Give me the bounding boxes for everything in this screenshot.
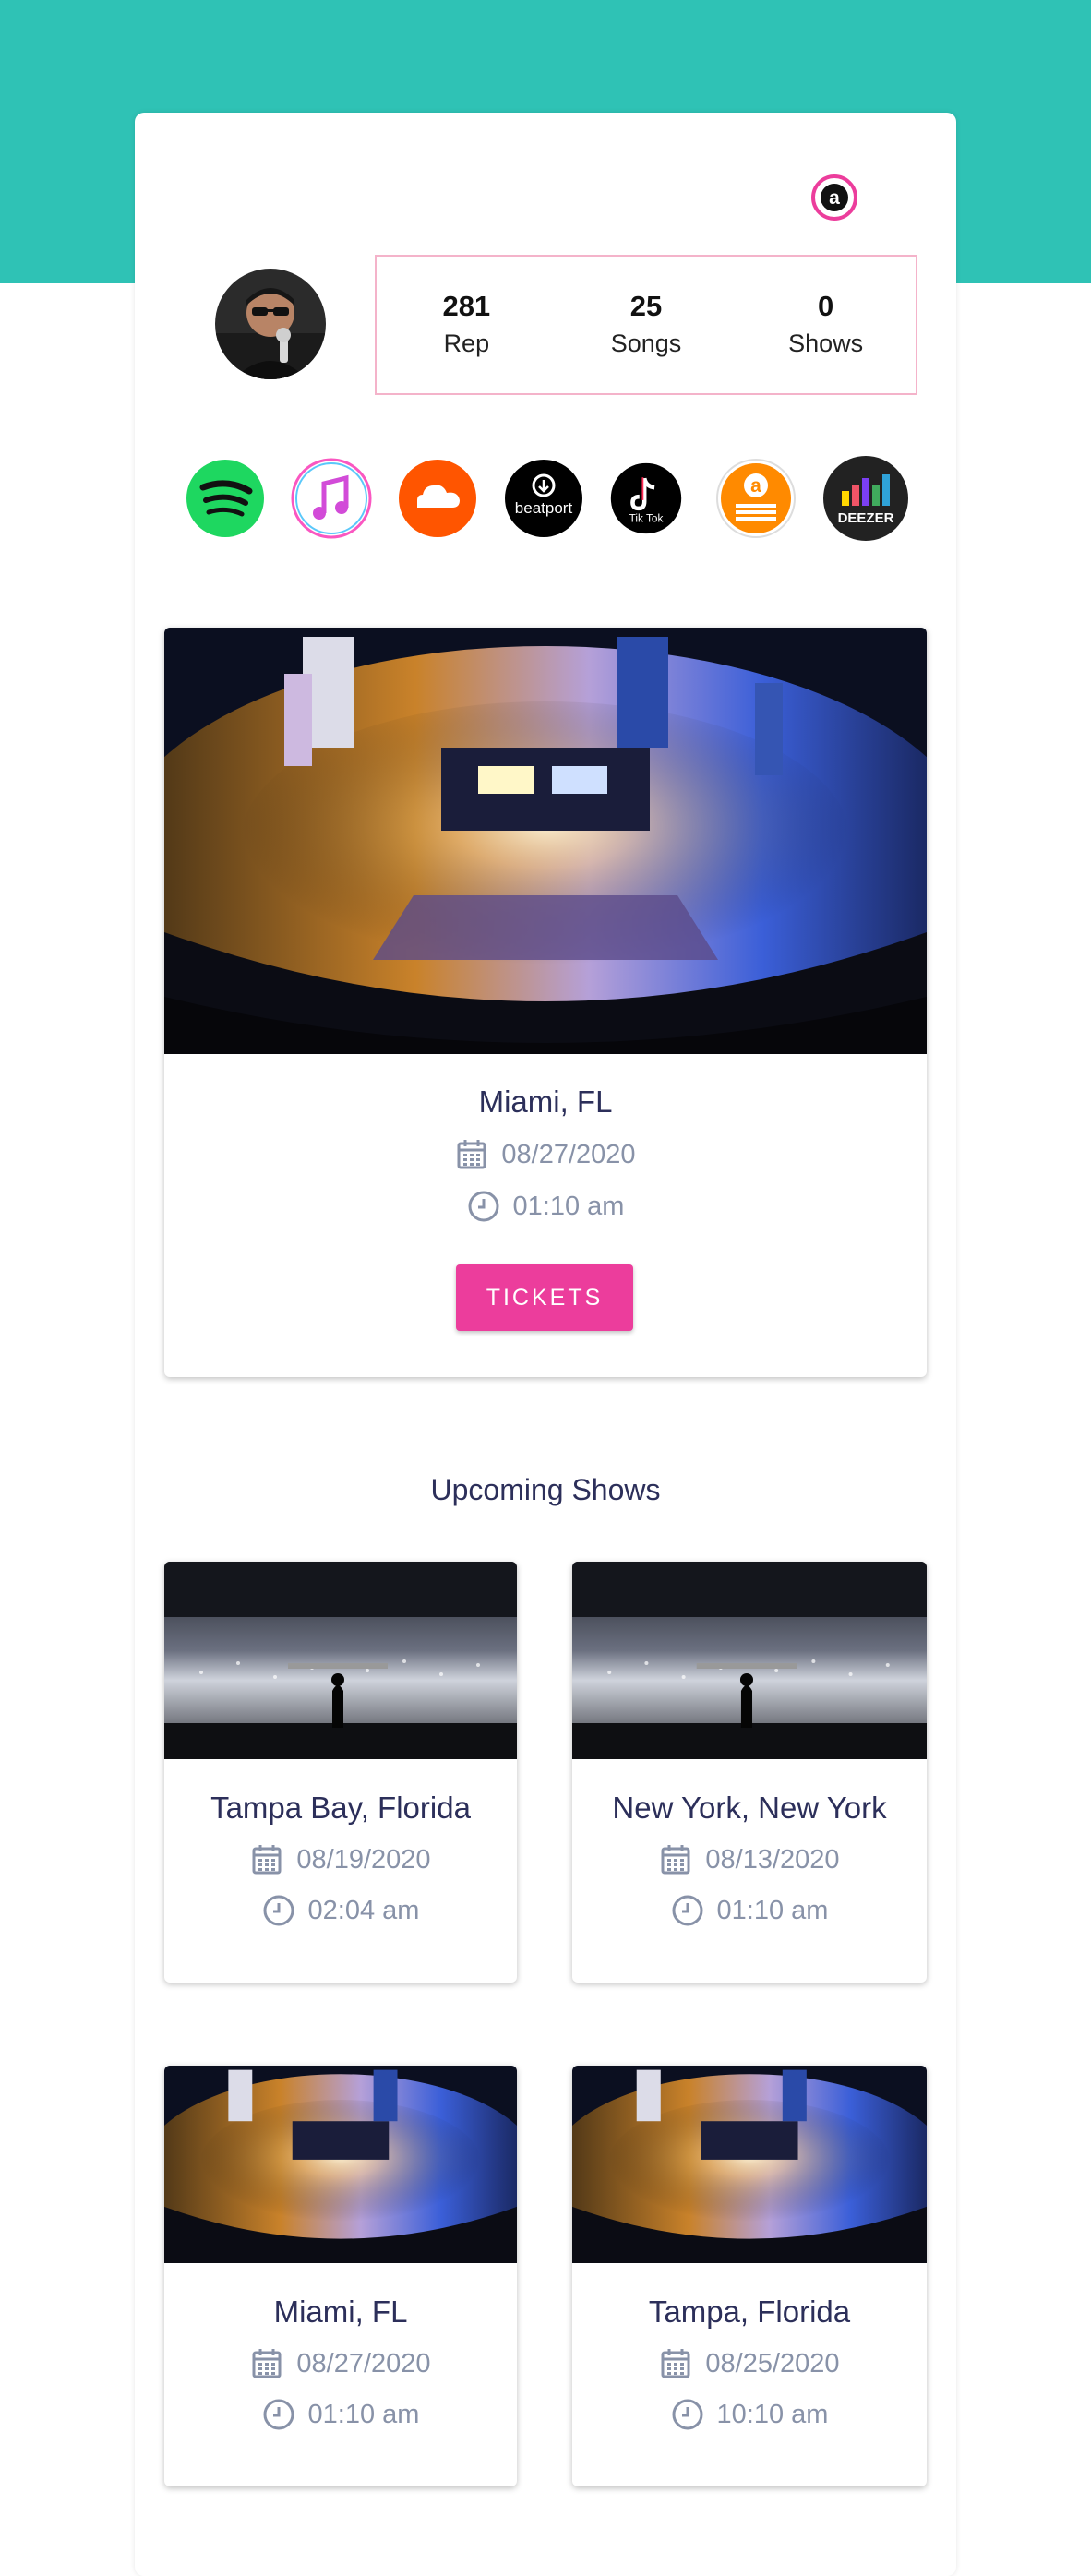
show-date-text: 08/27/2020 (296, 2348, 431, 2378)
clock-icon (671, 2398, 704, 2431)
calendar-icon (659, 1843, 692, 1876)
show-date: 08/19/2020 (164, 1843, 517, 1876)
svg-text:a: a (829, 187, 840, 209)
show-date: 08/25/2020 (572, 2347, 927, 2380)
clock-icon (262, 1894, 295, 1927)
calendar-icon (455, 1138, 488, 1171)
show-date-text: 08/25/2020 (705, 2348, 840, 2378)
artist-stats: 281 Rep 25 Songs 0 Shows (375, 255, 917, 395)
stat-label: Rep (443, 329, 490, 357)
show-date: 08/27/2020 (164, 1138, 927, 1171)
stat-label: Songs (610, 329, 682, 357)
upcoming-show-card[interactable]: Tampa Bay, Florida 08/19/2020 02:04 am (164, 1562, 517, 1983)
show-time-text: 10:10 am (716, 2399, 829, 2429)
upcoming-show-card[interactable]: Tampa, Florida 08/25/2020 10:10 am (572, 2066, 927, 2486)
arena-concert-image (164, 2066, 517, 2263)
stat-value: 0 (818, 290, 834, 322)
show-date-text: 08/27/2020 (501, 1139, 636, 1169)
spotify-icon[interactable] (185, 458, 266, 539)
amazon-music-icon[interactable]: a (715, 458, 797, 539)
stage-crowd-image (164, 1562, 517, 1759)
tiktok-icon[interactable]: Tik Tok (609, 461, 683, 535)
artist-profile-card: a 281 Rep 25 Songs 0 Shows beatport Tik … (135, 113, 956, 2576)
streaming-platform-links: beatport Tik Tok a DEEZER (185, 456, 914, 546)
featured-show-card[interactable]: Miami, FL 08/27/2020 01:10 am TICKETS (164, 628, 927, 1377)
show-time-text: 02:04 am (307, 1895, 420, 1925)
show-time-text: 01:10 am (307, 2399, 420, 2429)
deezer-icon[interactable]: DEEZER (821, 454, 910, 543)
calendar-icon (250, 2347, 283, 2380)
show-time: 01:10 am (164, 2398, 517, 2431)
stat-value: 25 (629, 290, 663, 322)
arena-concert-image (164, 628, 927, 1054)
show-time: 10:10 am (572, 2398, 927, 2431)
beatport-icon[interactable]: beatport (503, 458, 584, 539)
svg-text:a: a (750, 475, 761, 497)
tickets-button[interactable]: TICKETS (456, 1264, 633, 1331)
show-date-text: 08/13/2020 (705, 1844, 840, 1875)
show-date: 08/27/2020 (164, 2347, 517, 2380)
show-date: 08/13/2020 (572, 1843, 927, 1876)
stat-shows[interactable]: 0 Shows (757, 288, 895, 362)
arena-concert-image (572, 2066, 927, 2263)
clock-icon (467, 1190, 500, 1223)
upcoming-show-card[interactable]: Miami, FL 08/27/2020 01:10 am (164, 2066, 517, 2486)
stat-rep[interactable]: 281 Rep (397, 288, 535, 362)
show-time-text: 01:10 am (716, 1895, 829, 1925)
stat-label: Shows (788, 329, 864, 357)
amuse-logo-icon[interactable]: a (810, 174, 858, 222)
upcoming-shows-title: Upcoming Shows (430, 1473, 661, 1506)
calendar-icon (659, 2347, 692, 2380)
show-city: Tampa, Florida (648, 2294, 851, 2329)
show-time-text: 01:10 am (512, 1191, 625, 1221)
calendar-icon (250, 1843, 283, 1876)
upcoming-show-card[interactable]: New York, New York 08/13/2020 01:10 am (572, 1562, 927, 1983)
svg-text:DEEZER: DEEZER (838, 510, 894, 526)
avatar[interactable] (215, 269, 326, 379)
show-time: 01:10 am (572, 1894, 927, 1927)
soundcloud-icon[interactable] (397, 458, 478, 539)
stat-songs[interactable]: 25 Songs (577, 288, 715, 362)
clock-icon (262, 2398, 295, 2431)
svg-text:Tik Tok: Tik Tok (629, 511, 664, 524)
apple-music-icon[interactable] (291, 458, 372, 539)
show-city: Miami, FL (478, 1084, 613, 1119)
stage-crowd-image (572, 1562, 927, 1759)
show-time: 01:10 am (164, 1190, 927, 1223)
show-city: Tampa Bay, Florida (210, 1791, 471, 1825)
show-city: Miami, FL (273, 2294, 408, 2329)
clock-icon (671, 1894, 704, 1927)
show-city: New York, New York (612, 1791, 887, 1825)
svg-text:beatport: beatport (515, 499, 573, 517)
show-date-text: 08/19/2020 (296, 1844, 431, 1875)
stat-value: 281 (442, 290, 491, 322)
show-time: 02:04 am (164, 1894, 517, 1927)
